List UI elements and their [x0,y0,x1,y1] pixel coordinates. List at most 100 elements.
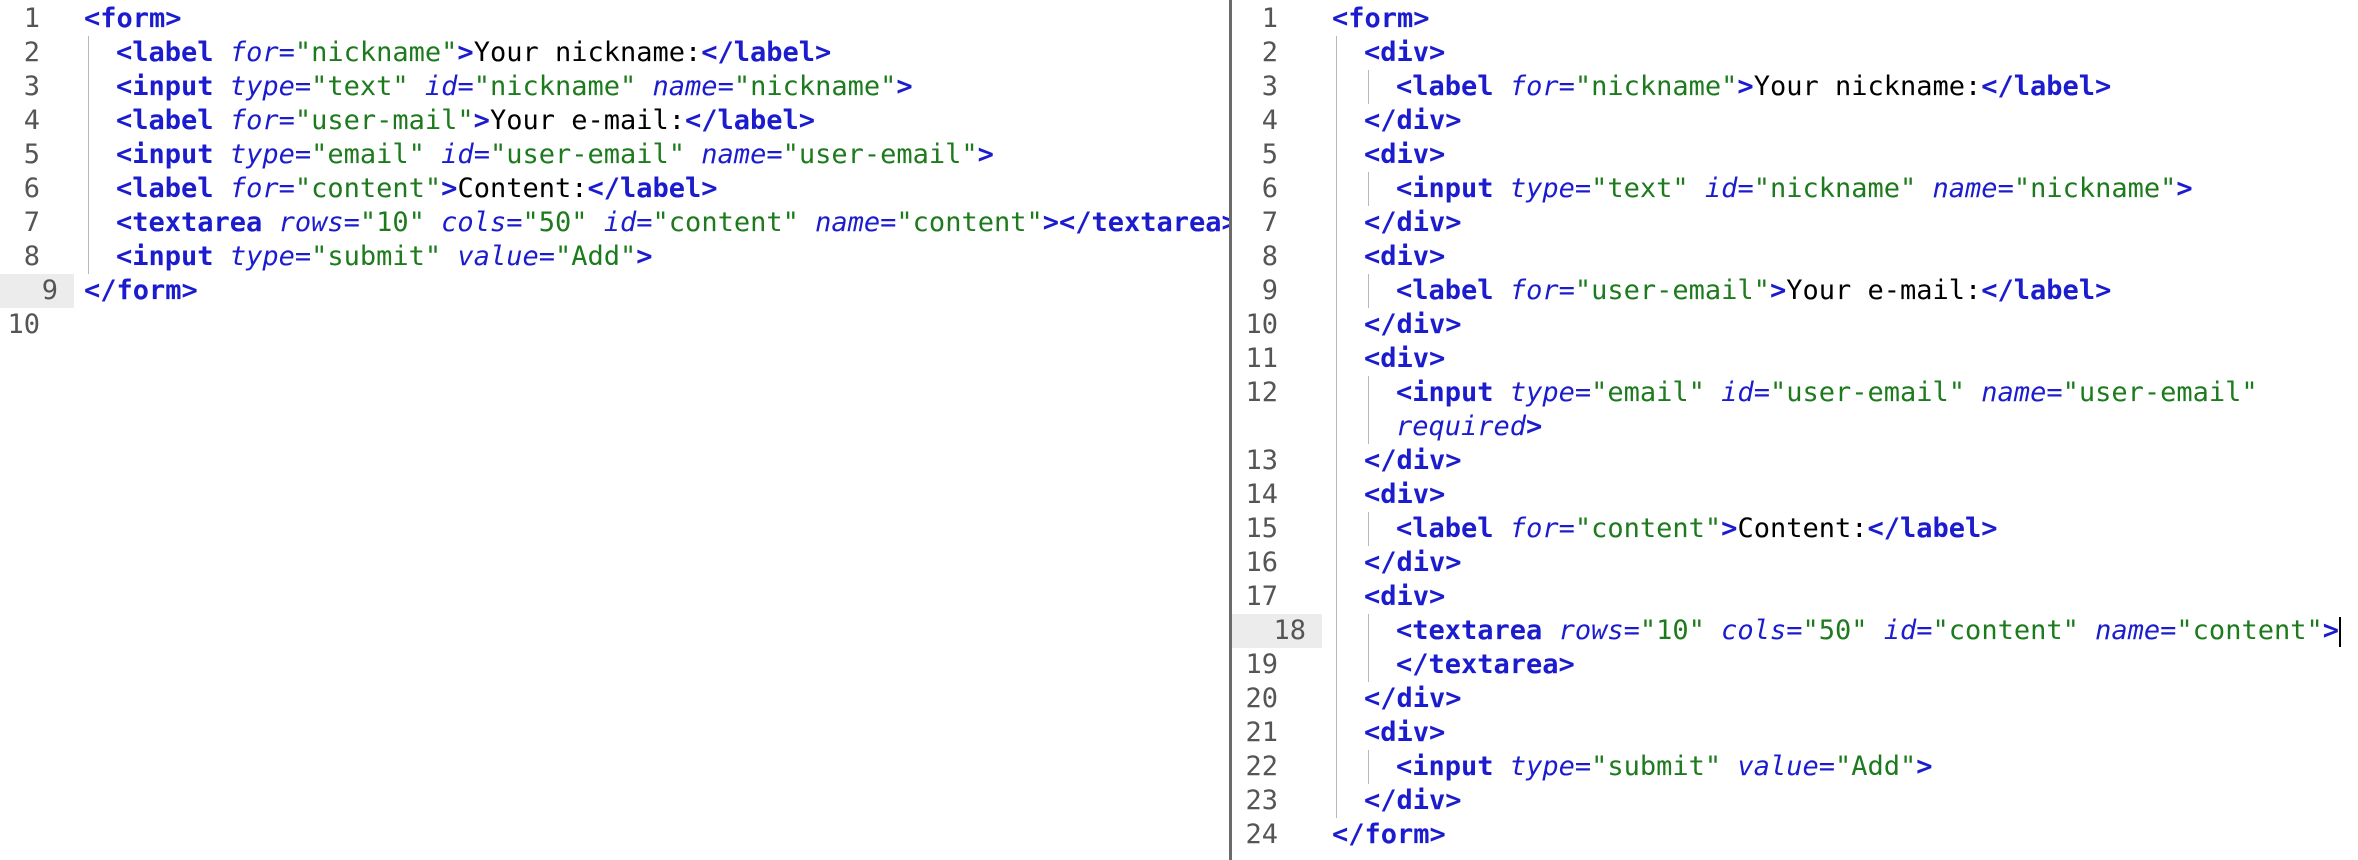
code-line[interactable]: 7 </div> [1232,206,2358,240]
syntax-string: "user-email" [489,139,686,170]
syntax-text: Your nickname: [1753,71,1982,102]
syntax-attribute: for [229,173,279,204]
syntax-string: "nickname" [294,37,458,68]
code-line[interactable]: 4 </div> [1232,104,2358,138]
code-line[interactable]: 12 <input type="email" id="user-email" na… [1232,376,2358,410]
syntax-tag: > [896,71,913,102]
code-line[interactable]: 20 </div> [1232,682,2358,716]
code-text[interactable]: </div> [1364,104,1462,138]
code-text[interactable]: <input type="text" id="nickname" name="n… [1396,172,2193,206]
code-text[interactable]: <label for="content">Content:</label> [1396,512,1998,546]
syntax-equals: = [2160,615,2177,646]
syntax-tag: <form> [84,3,182,34]
code-text[interactable]: <input type="email" id="user-email" name… [1396,376,2258,410]
code-text[interactable]: <input type="text" id="nickname" name="n… [116,70,913,104]
code-text[interactable]: <div> [1364,342,1445,376]
code-line[interactable]: 3 <input type="text" id="nickname" name="… [0,70,1229,104]
code-line[interactable]: 18 <textarea rows="10" cols="50" id="cont… [1232,614,2358,648]
code-text[interactable]: </div> [1364,206,1462,240]
code-text[interactable]: <label for="nickname">Your nickname:</la… [1396,70,2111,104]
code-text[interactable]: <label for="user-email">Your e-mail:</la… [1396,274,2111,308]
code-line[interactable]: 5 <div> [1232,138,2358,172]
code-text[interactable]: <label for="nickname">Your nickname:</la… [116,36,831,70]
syntax-tag: <input [116,71,214,102]
code-line[interactable]: 10 [0,308,1229,342]
syntax-tag: > [1769,275,1787,306]
syntax-tag: </label> [587,173,718,204]
syntax-equals: = [294,71,312,102]
code-line[interactable]: 10 </div> [1232,308,2358,342]
code-text[interactable]: </textarea> [1396,648,1575,682]
syntax-tag: <div> [1364,479,1446,510]
code-line[interactable]: 8 <div> [1232,240,2358,274]
code-text[interactable]: <form> [84,2,182,36]
code-text[interactable]: <label for="content">Content:</label> [116,172,718,206]
left-editor-pane[interactable]: 1 <form> 2 <label for="nickname">Your nickn… [0,0,1229,860]
line-number: 5 [1261,139,1278,170]
code-text[interactable]: <input type="email" id="user-email" name… [116,138,994,172]
code-text[interactable]: <div> [1364,580,1445,614]
code-line[interactable]: 11 <div> [1232,342,2358,376]
code-line[interactable]: 22 <input type="submit" value="Add"> [1232,750,2358,784]
code-text[interactable]: <div> [1364,138,1445,172]
code-line[interactable]: 17 <div> [1232,580,2358,614]
code-text[interactable]: </div> [1364,784,1462,818]
code-text[interactable]: <textarea rows="10" cols="50" id="conten… [1396,614,2341,648]
code-text[interactable]: <div> [1364,240,1445,274]
code-text[interactable]: </form> [1332,818,1446,852]
syntax-text [262,207,278,238]
code-line[interactable]: 2 <label for="nickname">Your nickname:</l… [0,36,1229,70]
syntax-equals: = [1623,615,1640,646]
code-line[interactable]: 14 <div> [1232,478,2358,512]
syntax-tag: </label> [1981,275,2112,306]
code-line[interactable]: 23 </div> [1232,784,2358,818]
code-text[interactable]: </div> [1364,308,1462,342]
code-line[interactable]: 9 </form> [0,274,1229,308]
code-text[interactable]: <form> [1332,2,1430,36]
syntax-tag: </div> [1364,785,1462,816]
code-line[interactable]: 1 <form> [0,2,1229,36]
code-text[interactable]: <input type="submit" value="Add"> [116,240,653,274]
code-text[interactable]: <div> [1364,478,1445,512]
code-line[interactable]: 1 <form> [1232,2,2358,36]
code-line[interactable]: 3 <label for="nickname">Your nickname:</l… [1232,70,2358,104]
code-line[interactable]: 9 <label for="user-email">Your e-mail:</l… [1232,274,2358,308]
line-number: 4 [23,105,40,136]
code-text[interactable]: required> [1396,410,1542,444]
code-text[interactable]: <div> [1364,36,1445,70]
code-text[interactable]: </div> [1364,682,1462,716]
code-line[interactable]: 8 <input type="submit" value="Add"> [0,240,1229,274]
syntax-equals: = [1818,751,1835,782]
code-line[interactable]: 16 </div> [1232,546,2358,580]
code-text[interactable]: <div> [1364,716,1445,750]
syntax-attribute: type [1509,377,1575,408]
code-text[interactable]: <label for="user-mail">Your e-mail:</lab… [116,104,815,138]
syntax-string: "text" [311,71,409,102]
syntax-text: Your e-mail: [489,105,686,136]
code-line[interactable]: 5 <input type="email" id="user-email" nam… [0,138,1229,172]
code-line[interactable]: 21 <div> [1232,716,2358,750]
right-editor-pane[interactable]: 1 <form> 2 <div> 3 <label for="nickname">Your… [1232,0,2358,860]
code-line[interactable]: 15 <label for="content">Content:</label> [1232,512,2358,546]
code-line[interactable]: 2 <div> [1232,36,2358,70]
syntax-tag: <form> [1332,3,1430,34]
code-line[interactable]: 24 </form> [1232,818,2358,852]
syntax-string: "content" [294,173,442,204]
code-line[interactable]: required> [1232,410,2358,444]
code-line[interactable]: 6 <input type="text" id="nickname" name="… [1232,172,2358,206]
code-text[interactable]: <input type="submit" value="Add"> [1396,750,1933,784]
code-line[interactable]: 4 <label for="user-mail">Your e-mail:</la… [0,104,1229,138]
code-line[interactable]: 6 <label for="content">Content:</label> [0,172,1229,206]
code-text[interactable]: </form> [84,274,198,308]
syntax-text [1494,377,1510,408]
code-line[interactable]: 19 </textarea> [1232,648,2358,682]
code-line[interactable]: 7 <textarea rows="10" cols="50" id="conte… [0,206,1229,240]
code-line[interactable]: 13 </div> [1232,444,2358,478]
line-number: 1 [23,3,40,34]
code-text[interactable]: </div> [1364,546,1462,580]
indent-guide [1336,104,1337,138]
code-text[interactable]: <textarea rows="10" cols="50" id="conten… [116,206,1229,240]
line-number: 4 [1261,105,1278,136]
code-text[interactable]: </div> [1364,444,1462,478]
indent-guide [1368,274,1369,308]
